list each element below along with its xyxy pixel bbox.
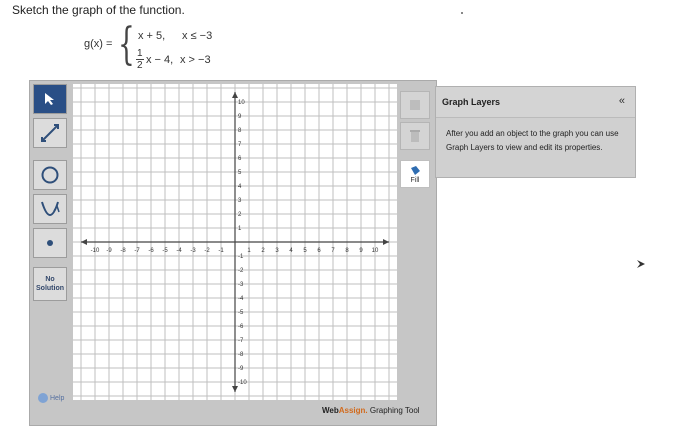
y-tick-label: -1 (238, 254, 244, 260)
x-tick-label: -3 (190, 248, 196, 254)
parabola-icon (41, 201, 60, 216)
paint-bucket-icon (411, 165, 420, 175)
collapse-layers-button[interactable]: « (619, 95, 625, 107)
help-label: Help (50, 394, 65, 402)
y-tick-label: 1 (238, 226, 242, 232)
pointer-icon (45, 93, 54, 105)
x-tick-label: -7 (134, 248, 140, 254)
x-tick-label: 4 (289, 248, 293, 254)
case2-expression: x − 4, (146, 54, 174, 66)
graph-layers-panel: Graph Layers « After you add an object t… (435, 86, 636, 178)
y-tick-label: 6 (238, 156, 242, 162)
piecewise-brace: { (118, 19, 135, 70)
line-segment-icon (41, 124, 59, 142)
circle-icon (41, 166, 59, 184)
graph-layers-message: After you add an object to the graph you… (446, 129, 619, 152)
y-tick-label: 3 (238, 198, 242, 204)
x-tick-label: 10 (372, 248, 379, 254)
x-tick-label: 2 (261, 248, 265, 254)
problem-prompt: Sketch the graph of the function. (12, 3, 185, 17)
x-tick-label: 5 (303, 248, 307, 254)
coordinate-grid[interactable]: -10 -9 -8 -7 -6 -5 -4 -3 -2 -1 1 2 3 4 5 6 7 8 9 1010987654… (73, 84, 397, 400)
x-tick-label: 3 (275, 248, 279, 254)
y-tick-label: -6 (238, 324, 244, 330)
brand-assign: Assign. (338, 406, 368, 415)
y-tick-label: -3 (238, 282, 244, 288)
help-icon (38, 393, 48, 403)
delete-button[interactable] (400, 122, 430, 150)
y-axis-arrow (232, 92, 238, 98)
point-tool-button[interactable] (33, 228, 67, 258)
y-tick-label: 2 (238, 212, 242, 218)
x-tick-label: -6 (148, 248, 154, 254)
y-tick-label: 7 (238, 142, 242, 148)
x-tick-label: 6 (317, 248, 321, 254)
graph-layers-title: Graph Layers (442, 97, 501, 107)
y-tick-label: -9 (238, 366, 244, 372)
x-axis-arrow (383, 239, 389, 245)
y-tick-label: -4 (238, 296, 244, 302)
x-tick-label: -5 (162, 248, 168, 254)
line-tool-button[interactable] (33, 118, 67, 148)
pointer-tool-button[interactable] (33, 84, 67, 114)
fraction-numerator: 1 (136, 48, 144, 60)
y-tick-label: 8 (238, 128, 242, 134)
case1-expression: x + 5, (138, 30, 166, 42)
x-tick-label: -10 (91, 248, 100, 254)
y-axis-arrow-bottom (232, 386, 238, 392)
graph-canvas[interactable]: -10 -9 -8 -7 -6 -5 -4 -3 -2 -1 1 2 3 4 5 6 7 8 9 10 10 9 8 7 6 5 4… (73, 84, 397, 400)
x-tick-label: -2 (204, 248, 210, 254)
y-tick-label: -2 (238, 268, 244, 274)
stray-dot (461, 12, 463, 14)
case2-condition: x > −3 (180, 54, 211, 66)
y-tick-label: 4 (238, 184, 242, 190)
case1-condition: x ≤ −3 (182, 30, 213, 42)
brand-rest: Graphing Tool (367, 406, 420, 415)
function-name: g(x) = (84, 38, 113, 50)
fill-button[interactable]: Fill (400, 160, 430, 188)
object-toolbar: Fill (398, 84, 434, 400)
webassign-brand: WebAssign. Graphing Tool (322, 406, 420, 415)
y-tick-label: 10 (238, 100, 245, 106)
fraction-denominator: 2 (137, 60, 143, 71)
x-tick-label: -8 (120, 248, 126, 254)
parabola-tool-button[interactable] (33, 194, 67, 224)
mouse-cursor-icon (637, 260, 645, 268)
point-icon (47, 240, 53, 246)
help-link[interactable]: Help (38, 393, 64, 403)
x-tick-label: -9 (106, 248, 112, 254)
circle-tool-button[interactable] (33, 160, 67, 190)
x-tick-label: 8 (345, 248, 349, 254)
piecewise-formula: g(x) = { x + 5, x ≤ −3 1 2 x − 4, x > −3 (84, 19, 234, 72)
x-tick-label: 7 (331, 248, 335, 254)
x-axis-arrow-left (81, 239, 87, 245)
fill-label: Fill (410, 176, 420, 184)
drawing-toolbar: No Solution Help (30, 81, 72, 425)
y-tick-label: -8 (238, 352, 244, 358)
brand-web: Web (322, 406, 339, 415)
move-tool-button[interactable] (400, 91, 430, 119)
x-tick-label: -1 (218, 248, 224, 254)
y-tick-label: -10 (238, 380, 247, 386)
graph-layers-header: Graph Layers « (436, 87, 635, 118)
case2-fraction: 1 2 (136, 48, 144, 71)
y-tick-label: 5 (238, 170, 242, 176)
graphing-tool-panel: No Solution Help -10 -9 -8 -7 -6 -5 -4 -3 -2 -1 1 2… (29, 80, 437, 426)
y-tick-label: -5 (238, 310, 244, 316)
x-tick-label: -4 (176, 248, 182, 254)
trash-icon (410, 130, 420, 142)
y-tick-label: 9 (238, 114, 242, 120)
no-solution-button[interactable]: No Solution (33, 267, 67, 301)
x-tick-label: 9 (359, 248, 363, 254)
y-tick-label: -7 (238, 338, 244, 344)
move-icon (410, 100, 420, 110)
x-tick-label: 1 (247, 248, 251, 254)
